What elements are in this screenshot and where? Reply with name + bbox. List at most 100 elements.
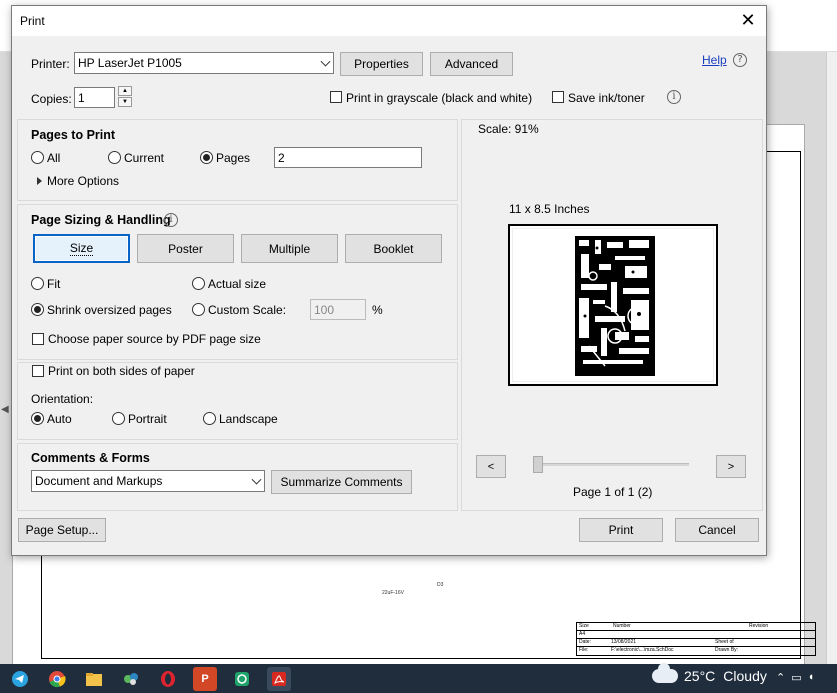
title-size: Size	[579, 623, 589, 629]
print-button[interactable]: Print	[579, 518, 663, 542]
custom-scale-radio[interactable]	[192, 303, 205, 316]
pages-range-radio[interactable]	[200, 151, 213, 164]
help-question-icon[interactable]: ?	[733, 53, 747, 67]
sync-app-icon[interactable]	[230, 667, 254, 691]
document-scrollbar[interactable]	[826, 52, 837, 664]
orientation-auto-radio[interactable]	[31, 412, 44, 425]
orientation-landscape-label: Landscape	[219, 412, 278, 426]
title-sheet: Sheet of	[715, 639, 734, 645]
actual-size-radio[interactable]	[192, 277, 205, 290]
chrome-icon[interactable]	[45, 667, 69, 691]
pages-range-label: Pages	[216, 151, 251, 165]
save-ink-label: Save ink/toner	[568, 91, 645, 105]
weather-widget[interactable]: 25°C Cloudy	[652, 663, 767, 684]
paper-size-label: 11 x 8.5 Inches	[509, 202, 590, 216]
chevron-down-icon	[251, 474, 262, 485]
page-setup-button[interactable]: Page Setup...	[18, 518, 106, 542]
grayscale-label: Print in grayscale (black and white)	[346, 91, 533, 105]
copies-down-icon[interactable]: ▼	[118, 97, 132, 107]
telegram-icon[interactable]	[8, 667, 32, 691]
percent-label: %	[372, 303, 383, 317]
properties-button[interactable]: Properties	[340, 52, 423, 76]
pcb-preview-image	[575, 236, 655, 376]
title-file-value: F:\electronic\...\mza.SchDoc	[611, 647, 674, 653]
copies-input[interactable]: 1	[74, 87, 115, 108]
both-sides-checkbox[interactable]	[32, 365, 44, 377]
custom-scale-label: Custom Scale:	[208, 303, 287, 317]
expand-triangle-icon[interactable]	[37, 177, 42, 185]
poster-button[interactable]: Poster	[137, 234, 234, 263]
fit-label: Fit	[47, 277, 61, 291]
orientation-auto-label: Auto	[47, 412, 72, 426]
volume-icon[interactable]: ◖	[808, 671, 815, 684]
grayscale-checkbox[interactable]	[330, 91, 342, 103]
save-ink-checkbox[interactable]	[552, 91, 564, 103]
size-button[interactable]: Size	[33, 234, 130, 263]
multiple-button[interactable]: Multiple	[241, 234, 338, 263]
acrobat-icon[interactable]	[267, 666, 291, 691]
title-date-label: Date:	[579, 639, 591, 645]
chevron-down-icon	[320, 56, 331, 67]
capacitor-label: 22uF-16V	[382, 590, 404, 596]
pcb-traces	[579, 240, 649, 367]
dialog-title: Print	[20, 14, 45, 28]
info-icon[interactable]: i	[667, 90, 681, 104]
orientation-label: Orientation:	[31, 392, 94, 406]
preview-slider-thumb[interactable]	[533, 456, 543, 473]
fit-radio[interactable]	[31, 277, 44, 290]
file-explorer-icon[interactable]	[82, 667, 106, 691]
shrink-radio[interactable]	[31, 303, 44, 316]
prev-preview-button[interactable]: <	[476, 455, 506, 478]
network-icon[interactable]: ▭	[791, 671, 801, 684]
paper-source-checkbox[interactable]	[32, 333, 44, 345]
pages-current-radio[interactable]	[108, 151, 121, 164]
scale-label: Scale: 91%	[478, 122, 539, 136]
title-block: Size Number Revision A4 Date: 13/08/2021 She…	[576, 622, 816, 656]
custom-scale-input[interactable]: 100	[310, 299, 366, 320]
orientation-portrait-radio[interactable]	[112, 412, 125, 425]
pages-range-input[interactable]: 2	[274, 147, 422, 168]
prev-page-arrow-icon[interactable]: ◀	[1, 404, 9, 415]
taskbar: P 25°C Cloudy ⌃ ▭ ◖	[0, 663, 837, 693]
chevron-up-icon[interactable]: ⌃	[776, 671, 785, 684]
system-tray: ⌃ ▭ ◖	[776, 671, 814, 684]
cloud-icon	[652, 663, 678, 683]
opera-icon[interactable]	[156, 667, 180, 691]
pages-all-radio[interactable]	[31, 151, 44, 164]
title-file-label: File:	[579, 647, 589, 653]
weather-text: Cloudy	[723, 668, 767, 684]
comments-forms-select[interactable]: Document and Markups	[31, 470, 265, 492]
page-indicator: Page 1 of 1 (2)	[573, 485, 653, 499]
print-preview	[508, 224, 718, 386]
title-drawn: Drawn By:	[715, 647, 739, 653]
actual-size-label: Actual size	[208, 277, 267, 291]
pages-to-print-heading: Pages to Print	[31, 128, 116, 142]
advanced-button[interactable]: Advanced	[430, 52, 513, 76]
app-icon[interactable]	[119, 667, 143, 691]
cancel-button[interactable]: Cancel	[675, 518, 759, 542]
page-sizing-heading: Page Sizing & Handling	[31, 213, 171, 227]
sizing-info-icon[interactable]: i	[164, 213, 178, 227]
shrink-label: Shrink oversized pages	[47, 303, 172, 317]
more-options-toggle[interactable]: More Options	[47, 174, 119, 188]
summarize-comments-button[interactable]: Summarize Comments	[271, 470, 412, 494]
print-dialog: Print ✕ Printer: HP LaserJet P1005 Prope…	[11, 5, 767, 556]
booklet-button[interactable]: Booklet	[345, 234, 442, 263]
next-preview-button[interactable]: >	[716, 455, 746, 478]
title-size-value: A4	[579, 631, 586, 637]
title-number: Number	[613, 623, 631, 629]
orientation-landscape-radio[interactable]	[203, 412, 216, 425]
close-icon[interactable]: ✕	[738, 10, 758, 30]
help-link[interactable]: Help	[702, 53, 727, 67]
orientation-portrait-label: Portrait	[128, 412, 167, 426]
printer-label: Printer:	[31, 57, 70, 71]
pages-all-label: All	[47, 151, 61, 165]
weather-temp: 25°C	[684, 668, 716, 684]
printer-select[interactable]: HP LaserJet P1005	[74, 52, 334, 74]
copies-up-icon[interactable]: ▲	[118, 86, 132, 96]
title-revision: Revision	[749, 623, 769, 629]
powerpoint-icon[interactable]: P	[193, 666, 217, 691]
preview-slider-track[interactable]	[539, 463, 689, 466]
pages-current-label: Current	[124, 151, 165, 165]
paper-source-label: Choose paper source by PDF page size	[48, 332, 261, 346]
